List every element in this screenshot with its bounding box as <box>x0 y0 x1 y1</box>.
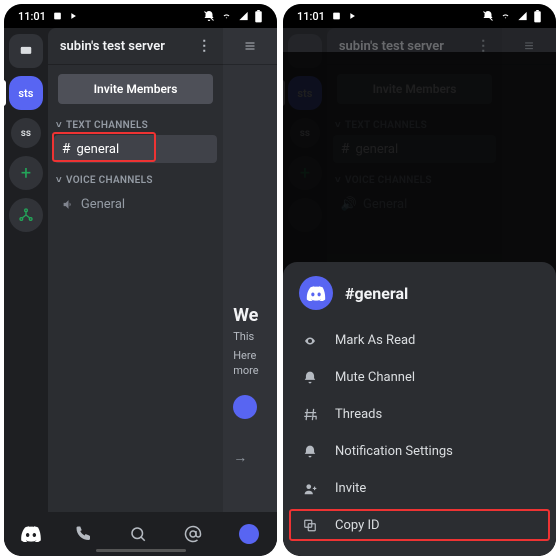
menu-mark-as-read[interactable]: Mark As Read <box>283 322 556 359</box>
nav-mentions[interactable] <box>184 525 206 543</box>
dm-button[interactable] <box>9 34 43 68</box>
welcome-heading: We <box>223 305 277 326</box>
voice-channels-category[interactable]: ˅ VOICE CHANNELS <box>48 165 223 188</box>
welcome-sub: This <box>223 326 277 345</box>
discord-logo-icon <box>299 276 333 310</box>
invite-members-button[interactable]: Invite Members <box>58 74 213 104</box>
signal-icon <box>238 11 249 21</box>
clock: 11:01 <box>297 10 325 23</box>
phone-left: 11:01 sts ss + <box>4 4 277 556</box>
chevron-down-icon: ˅ <box>56 175 62 186</box>
phone-right: 11:01 sts ss + subin's test server⋮ Invi… <box>283 4 556 556</box>
highlight-box <box>289 509 550 541</box>
text-channels-category[interactable]: ˅ TEXT CHANNELS <box>48 110 223 133</box>
menu-label: Threads <box>335 407 382 422</box>
status-right-icons <box>482 10 542 23</box>
category-label: TEXT CHANNELS <box>66 120 148 131</box>
sheet-header: #general <box>283 276 556 322</box>
battery-icon <box>254 10 263 23</box>
nav-search[interactable] <box>129 525 151 543</box>
status-right-icons <box>203 10 263 23</box>
status-bar: 11:01 <box>4 4 277 28</box>
welcome-sub: Here <box>223 345 277 364</box>
chevron-down-icon: ˅ <box>56 120 62 131</box>
status-left-icons <box>52 11 79 21</box>
menu-mute-channel[interactable]: Mute Channel <box>283 359 556 396</box>
icon-circle <box>233 395 257 419</box>
hamburger-icon[interactable] <box>223 28 277 64</box>
menu-label: Invite <box>335 481 366 496</box>
channel-label: General <box>81 197 125 212</box>
menu-invite[interactable]: Invite <box>283 470 556 507</box>
server-selected[interactable]: sts <box>9 76 43 110</box>
speaker-icon <box>62 198 75 211</box>
gesture-bar <box>96 549 186 552</box>
nav-home[interactable] <box>20 526 42 542</box>
avatar <box>239 524 259 544</box>
bell-icon <box>301 370 319 385</box>
menu-label: Notification Settings <box>335 444 453 459</box>
highlight-box <box>52 132 156 162</box>
server-menu-icon[interactable]: ⋮ <box>197 38 211 54</box>
voice-channel-general[interactable]: General <box>54 190 217 218</box>
channel-sidebar: subin's test server ⋮ Invite Members ˅ T… <box>48 28 223 556</box>
server-rail: sts ss + <box>4 28 48 556</box>
discord-app: sts ss + subin's test server ⋮ Invite Me… <box>4 28 277 556</box>
menu-threads[interactable]: Threads <box>283 396 556 433</box>
nav-profile[interactable] <box>239 524 261 544</box>
status-left-icons <box>331 11 358 21</box>
threads-icon <box>301 407 319 422</box>
discord-app-dimmed: sts ss + subin's test server⋮ Invite Mem… <box>283 28 556 556</box>
channel-context-sheet: #general Mark As Read Mute Channel Threa… <box>283 262 556 556</box>
server-header[interactable]: subin's test server ⋮ <box>48 28 223 64</box>
bell-icon <box>301 444 319 459</box>
add-server-button[interactable]: + <box>9 156 43 190</box>
nav-friends[interactable] <box>75 525 97 543</box>
hub-button[interactable] <box>9 198 43 232</box>
category-label: VOICE CHANNELS <box>66 175 153 186</box>
server-name: subin's test server <box>60 39 165 54</box>
menu-label: Mark As Read <box>335 333 415 348</box>
clock: 11:01 <box>18 10 46 23</box>
do-not-disturb-icon <box>203 10 215 22</box>
sheet-title: #general <box>345 284 408 303</box>
main-peek[interactable]: We This Here more → <box>223 28 277 556</box>
eye-icon <box>301 335 319 347</box>
wifi-icon <box>220 11 233 21</box>
status-bar: 11:01 <box>283 4 556 28</box>
user-plus-icon <box>301 482 319 496</box>
welcome-sub: more <box>223 364 277 379</box>
menu-notification-settings[interactable]: Notification Settings <box>283 433 556 470</box>
server-item[interactable]: ss <box>11 118 41 148</box>
arrow-icon: → <box>233 449 277 466</box>
menu-label: Mute Channel <box>335 370 415 385</box>
